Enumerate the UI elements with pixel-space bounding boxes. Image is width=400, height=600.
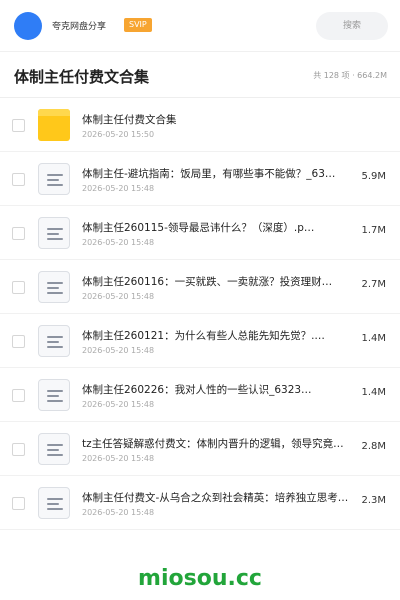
file-name: 体制主任260115-领导最忌讳什么？（深度）.p… — [82, 222, 315, 234]
file-size: 1.7M — [361, 225, 386, 236]
file-name: 体制主任-避坑指南：饭局里，有哪些事不能做？_63… — [82, 168, 336, 180]
row-checkbox[interactable] — [12, 389, 25, 402]
file-row[interactable]: 体制主任260115-领导最忌讳什么？（深度）.p… 2026-05-20 15… — [0, 206, 400, 260]
file-size: 2.3M — [361, 495, 386, 506]
file-name: tz主任答疑解惑付费文：体制内晋升的逻辑，领导究竟… — [82, 438, 344, 450]
document-icon — [38, 433, 70, 465]
row-checkbox[interactable] — [12, 443, 25, 456]
share-owner-name: 夸克网盘分享 — [52, 22, 107, 32]
file-name: 体制主任付费文-从乌合之众到社会精英：培养独立思考… — [82, 492, 349, 504]
file-date: 2026-05-20 15:48 — [82, 454, 155, 463]
file-row[interactable]: 体制主任260116：一买就跌、一卖就涨？投资理财… 2026-05-20 15… — [0, 260, 400, 314]
file-row[interactable]: 体制主任付费文-从乌合之众到社会精英：培养独立思考… 2026-05-20 15… — [0, 476, 400, 530]
document-icon — [38, 217, 70, 249]
file-name: 体制主任付费文合集 — [82, 114, 177, 126]
file-row[interactable]: 体制主任-避坑指南：饭局里，有哪些事不能做？_63… 2026-05-20 15… — [0, 152, 400, 206]
document-icon — [38, 487, 70, 519]
file-row[interactable]: 体制主任260121：为什么有些人总能先知先觉？.… 2026-05-20 15… — [0, 314, 400, 368]
search-button[interactable]: 搜索 — [316, 12, 388, 40]
file-date: 2026-05-20 15:48 — [82, 292, 155, 301]
file-name: 体制主任260121：为什么有些人总能先知先觉？.… — [82, 330, 325, 342]
file-row[interactable]: 体制主任260226：我对人性的一些认识_6323… 2026-05-20 15… — [0, 368, 400, 422]
avatar[interactable] — [14, 12, 42, 40]
file-row[interactable]: 体制主任付费文合集 2026-05-20 15:50 — [0, 98, 400, 152]
file-size: 1.4M — [361, 387, 386, 398]
file-list: 体制主任付费文合集 2026-05-20 15:50 体制主任-避坑指南：饭局里… — [0, 98, 400, 530]
document-icon — [38, 163, 70, 195]
file-date: 2026-05-20 15:48 — [82, 508, 155, 517]
file-date: 2026-05-20 15:48 — [82, 238, 155, 247]
file-date: 2026-05-20 15:48 — [82, 400, 155, 409]
file-name: 体制主任260116：一买就跌、一卖就涨？投资理财… — [82, 276, 333, 288]
row-checkbox[interactable] — [12, 497, 25, 510]
folder-icon — [38, 109, 70, 141]
file-size: 5.9M — [361, 171, 386, 182]
svip-badge: SVIP — [124, 18, 152, 32]
file-size: 1.4M — [361, 333, 386, 344]
row-checkbox[interactable] — [12, 281, 25, 294]
site-watermark: miosou.cc — [138, 566, 262, 591]
file-size: 2.7M — [361, 279, 386, 290]
file-size: 2.8M — [361, 441, 386, 452]
document-icon — [38, 271, 70, 303]
file-name: 体制主任260226：我对人性的一些认识_6323… — [82, 384, 312, 396]
file-date: 2026-05-20 15:48 — [82, 346, 155, 355]
share-header: 夸克网盘分享 SVIP 搜索 — [0, 0, 400, 52]
row-checkbox[interactable] — [12, 119, 25, 132]
file-row[interactable]: tz主任答疑解惑付费文：体制内晋升的逻辑，领导究竟… 2026-05-20 15… — [0, 422, 400, 476]
row-checkbox[interactable] — [12, 173, 25, 186]
file-date: 2026-05-20 15:50 — [82, 130, 155, 139]
document-icon — [38, 325, 70, 357]
folder-meta: 共 128 项 · 664.2M — [313, 71, 387, 80]
row-checkbox[interactable] — [12, 335, 25, 348]
document-icon — [38, 379, 70, 411]
file-date: 2026-05-20 15:48 — [82, 184, 155, 193]
page-title: 体制主任付费文合集 — [14, 68, 150, 86]
row-checkbox[interactable] — [12, 227, 25, 240]
folder-title-bar: 体制主任付费文合集 共 128 项 · 664.2M — [0, 52, 400, 98]
